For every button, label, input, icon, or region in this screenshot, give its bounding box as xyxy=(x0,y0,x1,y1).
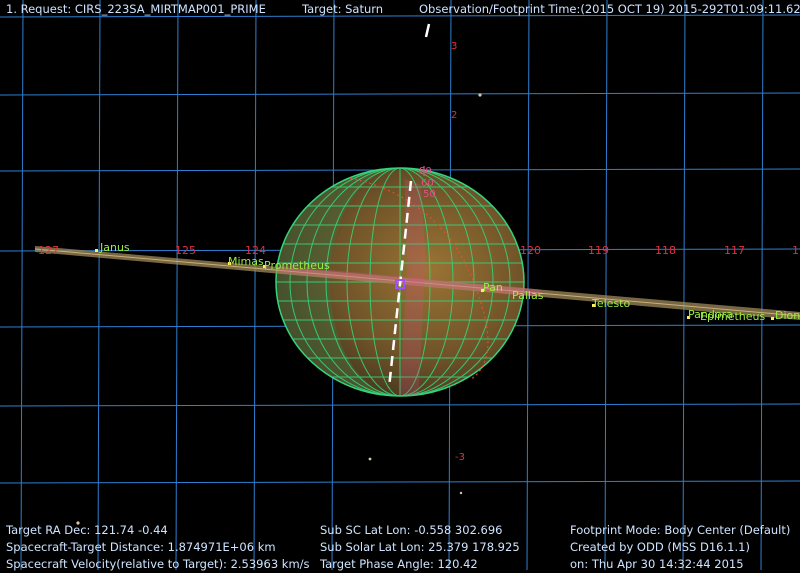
moon-label-telesto: Telesto xyxy=(591,297,630,310)
ra-label: 127 xyxy=(38,244,59,257)
ra-label: 117 xyxy=(724,244,745,257)
lat-label: 80 xyxy=(419,166,432,177)
target-radec: Target RA Dec: 121.74 -0.44 xyxy=(6,523,168,537)
target-name: Target: Saturn xyxy=(302,2,384,16)
sky-view: 127 125 124 120 119 118 117 1 3 2 -3 80 … xyxy=(0,0,800,570)
created-on: on: Thu Apr 30 14:32:44 2015 xyxy=(570,557,744,571)
moon-label-pan: Pan xyxy=(483,281,503,294)
target-phase-angle: Target Phase Angle: 120.42 xyxy=(320,557,478,571)
moon-label-mimas: Mimas xyxy=(228,255,264,268)
dec-label: 3 xyxy=(451,41,457,52)
ra-label: 119 xyxy=(588,244,609,257)
info-left: Target RA Dec: 121.74 -0.44 Spacecraft-T… xyxy=(6,522,310,573)
ra-label: 120 xyxy=(520,244,541,257)
moon-label-epimetheus: Epimetheus xyxy=(700,310,765,323)
info-middle: Sub SC Lat Lon: -0.558 302.696 Sub Solar… xyxy=(320,522,520,573)
spacecraft-velocity: Spacecraft Velocity(relative to Target):… xyxy=(6,557,310,571)
ra-label: 1 xyxy=(792,244,799,257)
lat-label: 60 xyxy=(421,178,434,189)
observation-time: Observation/Footprint Time:(2015 OCT 19)… xyxy=(419,2,800,16)
sub-sc-latlon: Sub SC Lat Lon: -0.558 302.696 xyxy=(320,523,503,537)
moon-label-janus: Janus xyxy=(99,241,130,254)
footprint-mode: Footprint Mode: Body Center (Default) xyxy=(570,523,791,537)
info-right: Footprint Mode: Body Center (Default) Cr… xyxy=(570,522,790,573)
sub-solar-latlon: Sub Solar Lat Lon: 25.379 178.925 xyxy=(320,540,520,554)
dec-label: 2 xyxy=(451,110,457,121)
lat-label: 50 xyxy=(423,189,436,200)
moon-label-pallas: Pallas xyxy=(512,289,544,302)
request-title: 1. Request: CIRS_223SA_MIRTMAP001_PRIME xyxy=(6,2,266,16)
moon-label-prometheus: Prometheus xyxy=(264,259,330,272)
spacecraft-target-distance: Spacecraft-Target Distance: 1.874971E+06… xyxy=(6,540,276,554)
dec-label: -3 xyxy=(455,452,465,463)
moon-label-dione: Dione xyxy=(775,309,800,322)
ra-label: 118 xyxy=(655,244,676,257)
ra-label: 125 xyxy=(175,244,196,257)
created-by: Created by ODD (MSS D16.1.1) xyxy=(570,540,750,554)
